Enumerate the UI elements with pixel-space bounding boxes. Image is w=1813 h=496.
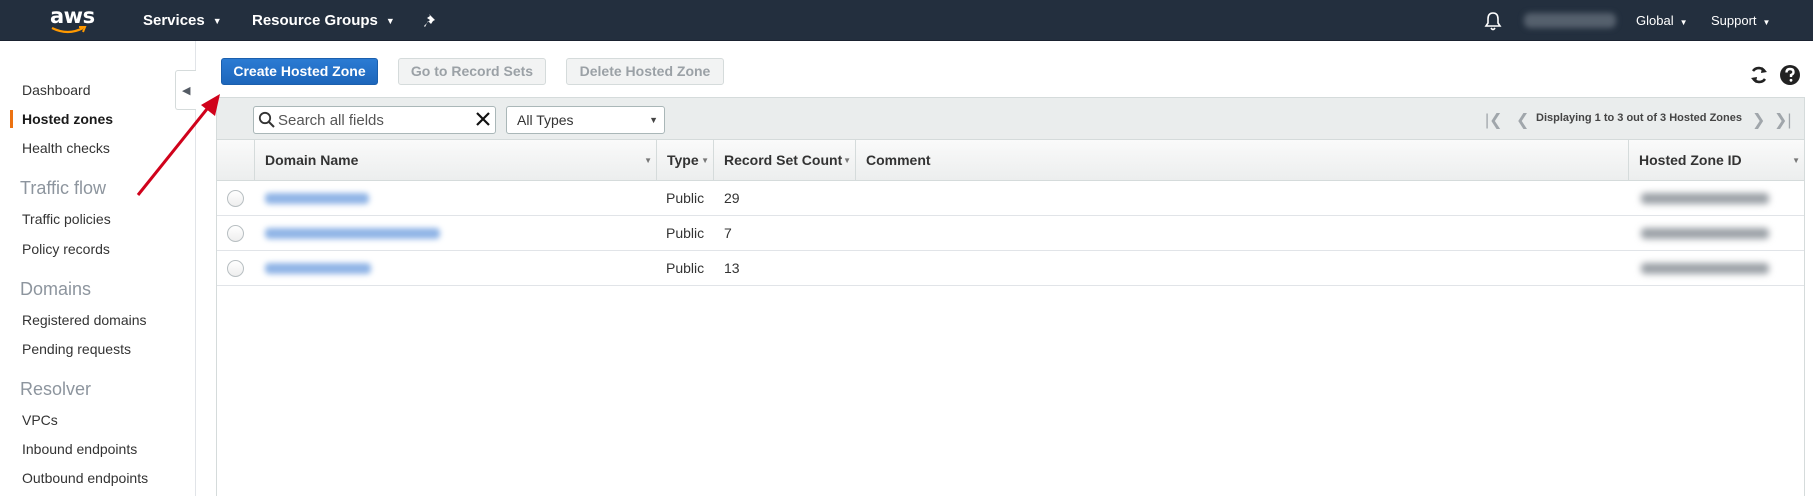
sidebar-item-health-checks[interactable]: Health checks	[22, 140, 110, 156]
column-domain-name[interactable]: Domain Name ▼	[254, 140, 656, 181]
top-navigation-bar: aws Services ▼ Resource Groups ▼ Global ▼ S…	[0, 0, 1813, 41]
active-indicator	[10, 110, 13, 128]
cell-record-count: 7	[724, 225, 732, 241]
column-label: Hosted Zone ID	[1639, 152, 1742, 168]
resource-groups-menu[interactable]: Resource Groups ▼	[252, 0, 395, 41]
filter-bar: All Types ▼ |❮ ❮ Displaying 1 to 3 out o…	[217, 98, 1804, 140]
region-menu[interactable]: Global ▼	[1636, 0, 1688, 41]
section-heading-traffic-flow: Traffic flow	[20, 178, 107, 198]
hosted-zone-id-redacted	[1641, 193, 1769, 204]
domain-name-link-redacted[interactable]	[265, 228, 440, 239]
region-label: Global	[1636, 13, 1674, 28]
annotation-arrow-icon	[136, 94, 220, 196]
sidebar-item-inbound-endpoints[interactable]: Inbound endpoints	[22, 441, 137, 457]
help-icon[interactable]	[1779, 64, 1801, 86]
last-page-icon[interactable]: ❯|	[1774, 110, 1792, 130]
column-label: Record Set Count	[724, 152, 843, 168]
next-page-icon[interactable]: ❯	[1752, 110, 1765, 130]
bell-icon[interactable]	[1483, 10, 1503, 32]
sort-icon: ▼	[843, 156, 851, 165]
sidebar-item-hosted-zones[interactable]: Hosted zones	[22, 111, 113, 127]
create-hosted-zone-button[interactable]: Create Hosted Zone	[221, 58, 378, 85]
prev-page-icon[interactable]: ❮	[1516, 110, 1529, 130]
support-menu[interactable]: Support ▼	[1711, 0, 1770, 41]
hosted-zone-id-redacted	[1641, 228, 1769, 239]
pagination-status: Displaying 1 to 3 out of 3 Hosted Zones	[1536, 112, 1742, 124]
type-filter-value: All Types	[517, 112, 574, 128]
services-menu[interactable]: Services ▼	[143, 0, 222, 41]
section-heading-domains: Domains	[20, 279, 92, 299]
chevron-down-icon: ▼	[1762, 18, 1771, 27]
sidebar-item-dashboard[interactable]: Dashboard	[22, 82, 91, 98]
pin-icon[interactable]	[422, 12, 440, 30]
resource-groups-label: Resource Groups	[252, 12, 378, 29]
table-row[interactable]: Public 7	[217, 216, 1804, 251]
cell-record-count: 29	[724, 190, 740, 206]
aws-logo[interactable]: aws	[48, 3, 95, 37]
cell-record-count: 13	[724, 260, 740, 276]
column-comment[interactable]: Comment	[855, 140, 1628, 181]
search-input[interactable]	[278, 110, 468, 130]
go-to-record-sets-button[interactable]: Go to Record Sets	[398, 58, 546, 85]
delete-hosted-zone-button[interactable]: Delete Hosted Zone	[566, 58, 724, 85]
hosted-zone-id-redacted	[1641, 263, 1769, 274]
sidebar-item-policy-records[interactable]: Policy records	[22, 241, 110, 257]
column-label: Domain Name	[265, 152, 359, 168]
chevron-down-icon: ▼	[385, 15, 395, 26]
table-row[interactable]: Public 13	[217, 251, 1804, 286]
section-heading-resolver: Resolver	[20, 379, 92, 399]
chevron-down-icon: ▼	[1679, 18, 1688, 27]
account-name-redacted[interactable]	[1524, 13, 1616, 28]
hosted-zones-panel: All Types ▼ |❮ ❮ Displaying 1 to 3 out o…	[216, 97, 1805, 496]
column-label: Type	[667, 152, 699, 168]
sidebar-item-traffic-policies[interactable]: Traffic policies	[22, 211, 111, 227]
column-hosted-zone-id[interactable]: Hosted Zone ID ▼	[1628, 140, 1804, 181]
services-label: Services	[143, 12, 205, 29]
domain-name-link-redacted[interactable]	[265, 193, 369, 204]
sort-icon: ▼	[1792, 156, 1800, 165]
sidebar-item-outbound-endpoints[interactable]: Outbound endpoints	[22, 470, 148, 486]
refresh-icon[interactable]	[1748, 64, 1770, 86]
sort-icon: ▼	[644, 156, 652, 165]
first-page-icon[interactable]: |❮	[1485, 110, 1503, 130]
row-select-radio[interactable]	[227, 260, 244, 277]
clear-icon[interactable]	[475, 111, 491, 127]
type-filter-select[interactable]: All Types ▼	[506, 106, 665, 134]
sidebar-item-pending-requests[interactable]: Pending requests	[22, 341, 131, 357]
column-type[interactable]: Type ▼	[656, 140, 713, 181]
table-header: Domain Name ▼ Type ▼ Record Set Count ▼ Com…	[217, 140, 1804, 181]
table-row[interactable]: Public 29	[217, 181, 1804, 216]
cell-type: Public	[666, 190, 705, 206]
chevron-down-icon: ▼	[649, 115, 658, 125]
sidebar-item-vpcs[interactable]: VPCs	[22, 412, 58, 428]
cell-type: Public	[666, 225, 705, 241]
row-select-radio[interactable]	[227, 225, 244, 242]
column-label: Comment	[866, 152, 931, 168]
support-label: Support	[1711, 13, 1757, 28]
cell-type: Public	[666, 260, 705, 276]
domain-name-link-redacted[interactable]	[265, 263, 371, 274]
aws-smile-icon	[51, 26, 87, 34]
search-field[interactable]	[253, 106, 496, 134]
column-record-set-count[interactable]: Record Set Count ▼	[713, 140, 855, 181]
chevron-down-icon: ▼	[212, 15, 222, 26]
sidebar-item-registered-domains[interactable]: Registered domains	[22, 312, 147, 328]
sort-icon: ▼	[701, 156, 709, 165]
search-icon	[258, 111, 275, 128]
